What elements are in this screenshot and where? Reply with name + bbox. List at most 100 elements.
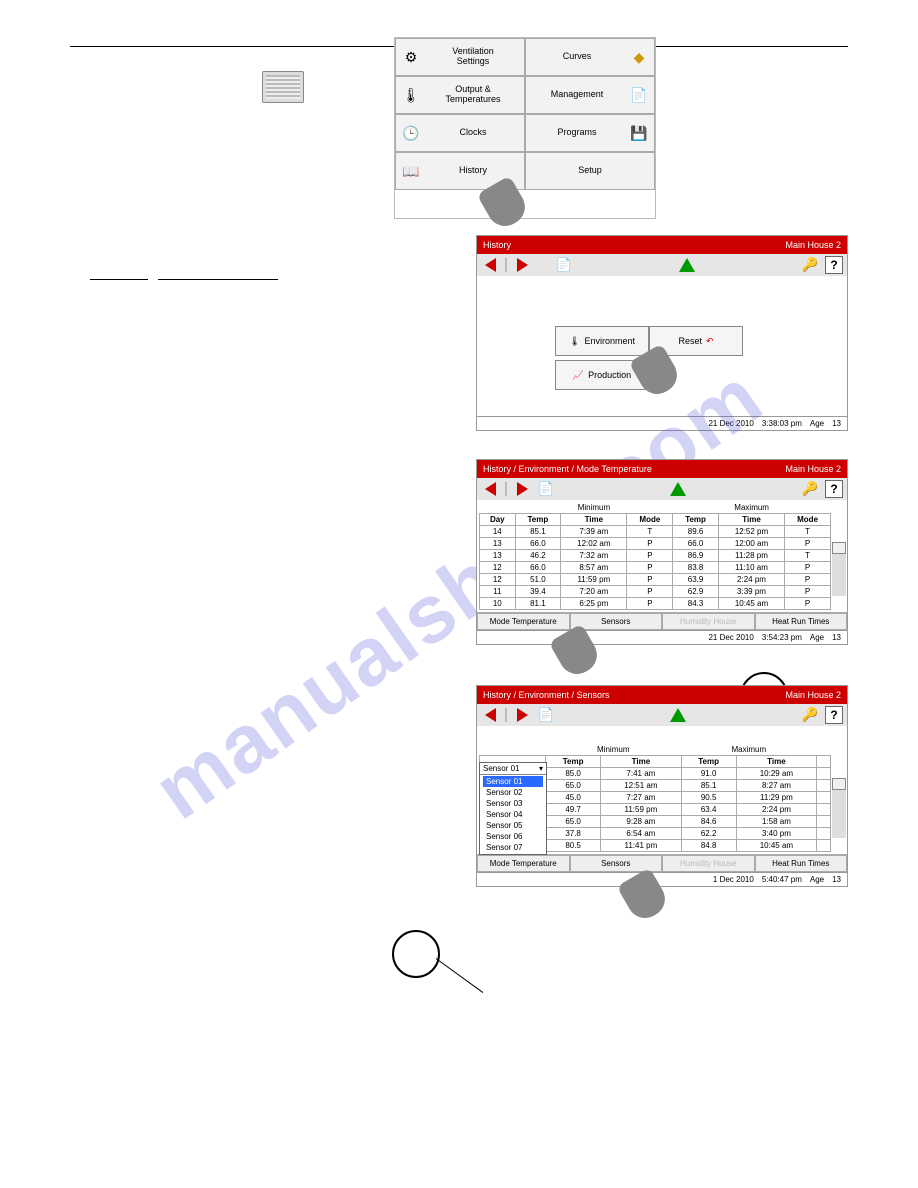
cell: P	[785, 598, 831, 610]
status-age-label: Age	[810, 875, 824, 884]
scroll-thumb[interactable]	[832, 778, 846, 790]
cell: 83.8	[673, 562, 719, 574]
prev-button[interactable]	[481, 707, 499, 723]
disk-icon: 💾	[628, 122, 650, 144]
tab-mode-temperature[interactable]: Mode Temperature	[477, 613, 570, 630]
cell: 49.7	[546, 804, 601, 816]
status-time: 3:54:23 pm	[762, 633, 802, 642]
key-icon: 🔑	[802, 707, 819, 723]
table-row: 1485.17:39 amT89.612:52 pmT	[480, 526, 831, 538]
callout-circle-2	[392, 930, 440, 978]
scrollbar[interactable]	[832, 542, 846, 596]
cell: 3:40 pm	[736, 828, 816, 840]
dropdown-current[interactable]: Sensor 01▾	[480, 763, 546, 775]
tab-humidity[interactable]: Humidity House	[662, 613, 755, 630]
status-bar: 1 Dec 2010 5:40:47 pm Age 13	[477, 872, 847, 886]
cell: T	[627, 526, 673, 538]
cell: P	[627, 586, 673, 598]
dropdown-option[interactable]: Sensor 07	[483, 842, 543, 853]
main-menu-icon	[262, 71, 304, 103]
help-button[interactable]: ?	[825, 480, 843, 498]
dropdown-option[interactable]: Sensor 05	[483, 820, 543, 831]
cell: P	[627, 538, 673, 550]
prev-button[interactable]	[481, 481, 499, 497]
panel-room: Main House 2	[785, 464, 841, 474]
next-button[interactable]	[513, 257, 531, 273]
cell	[817, 816, 831, 828]
cell: 7:32 am	[561, 550, 627, 562]
tab-mode-temperature[interactable]: Mode Temperature	[477, 855, 570, 872]
dropdown-option[interactable]: Sensor 02	[483, 787, 543, 798]
menu-clocks[interactable]: 🕒 Clocks	[395, 114, 525, 152]
alarm-button[interactable]	[669, 707, 687, 723]
cell: P	[627, 598, 673, 610]
menu-label: Output & Temperatures	[426, 85, 520, 105]
scroll-thumb[interactable]	[832, 542, 846, 554]
cell: 62.9	[673, 586, 719, 598]
cell: 85.0	[546, 768, 601, 780]
menu-ventilation[interactable]: ⚙ Ventilation Settings	[395, 38, 525, 76]
dropdown-option[interactable]: Sensor 06	[483, 831, 543, 842]
environment-button[interactable]: 🌡 Environment	[555, 326, 649, 356]
tab-heat-run-times[interactable]: Heat Run Times	[755, 855, 848, 872]
alarm-icon	[670, 708, 686, 722]
menu-output[interactable]: 🌡 Output & Temperatures	[395, 76, 525, 114]
cell: 51.0	[515, 574, 561, 586]
sensor-dropdown[interactable]: Sensor 01▾ Sensor 01Sensor 02Sensor 03Se…	[479, 762, 547, 855]
cell: 66.0	[673, 538, 719, 550]
cell: 12:00 am	[718, 538, 784, 550]
scrollbar[interactable]	[832, 778, 846, 838]
menu-label: Management	[530, 90, 624, 100]
cell: 81.1	[515, 598, 561, 610]
notes-button[interactable]: 📄	[537, 481, 555, 497]
next-button[interactable]	[513, 707, 531, 723]
cell: 13	[480, 538, 516, 550]
clock-icon: 🕒	[400, 122, 422, 144]
menu-programs[interactable]: Programs 💾	[525, 114, 655, 152]
th-mode: Mode	[627, 514, 673, 526]
help-button[interactable]: ?	[825, 706, 843, 724]
tab-humidity[interactable]: Humidity House	[662, 855, 755, 872]
cell: 11:28 pm	[718, 550, 784, 562]
alarm-button[interactable]	[678, 257, 696, 273]
next-button[interactable]	[513, 481, 531, 497]
document-icon: 📄	[628, 84, 650, 106]
help-button[interactable]: ?	[825, 256, 843, 274]
panel-title: History / Environment / Mode Temperature	[483, 464, 652, 474]
cell: 6:25 pm	[561, 598, 627, 610]
callout-line-2	[436, 958, 484, 993]
status-age: 13	[832, 633, 841, 642]
dropdown-option[interactable]: Sensor 04	[483, 809, 543, 820]
prev-button[interactable]	[481, 257, 499, 273]
cell: 62.2	[681, 828, 736, 840]
table-row: 1251.011:59 pmP63.92:24 pmP	[480, 574, 831, 586]
dropdown-option[interactable]: Sensor 03	[483, 798, 543, 809]
cell: 1:58 am	[736, 816, 816, 828]
key-button[interactable]: 🔑	[801, 707, 819, 723]
notes-button[interactable]: 📄	[555, 257, 573, 273]
th-time: Time	[601, 756, 681, 768]
menu-management[interactable]: Management 📄	[525, 76, 655, 114]
cell: 11:59 pm	[601, 804, 681, 816]
th-mode: Mode	[785, 514, 831, 526]
key-button[interactable]: 🔑	[801, 481, 819, 497]
cell: 7:20 am	[561, 586, 627, 598]
cell: P	[785, 562, 831, 574]
alarm-icon	[679, 258, 695, 272]
key-icon: 🔑	[802, 257, 819, 273]
menu-setup[interactable]: Setup	[525, 152, 655, 190]
th-time: Time	[718, 514, 784, 526]
arrow-right-icon	[517, 482, 528, 496]
notes-button[interactable]: 📄	[537, 707, 555, 723]
key-button[interactable]: 🔑	[801, 257, 819, 273]
cell: 11:41 pm	[601, 840, 681, 852]
status-age: 13	[832, 875, 841, 884]
cell: 11	[480, 586, 516, 598]
menu-curves[interactable]: Curves ◆	[525, 38, 655, 76]
cell: 7:27 am	[601, 792, 681, 804]
alarm-button[interactable]	[669, 481, 687, 497]
cell: P	[785, 586, 831, 598]
cell: 8:57 am	[561, 562, 627, 574]
tab-heat-run-times[interactable]: Heat Run Times	[755, 613, 848, 630]
dropdown-option[interactable]: Sensor 01	[483, 776, 543, 787]
